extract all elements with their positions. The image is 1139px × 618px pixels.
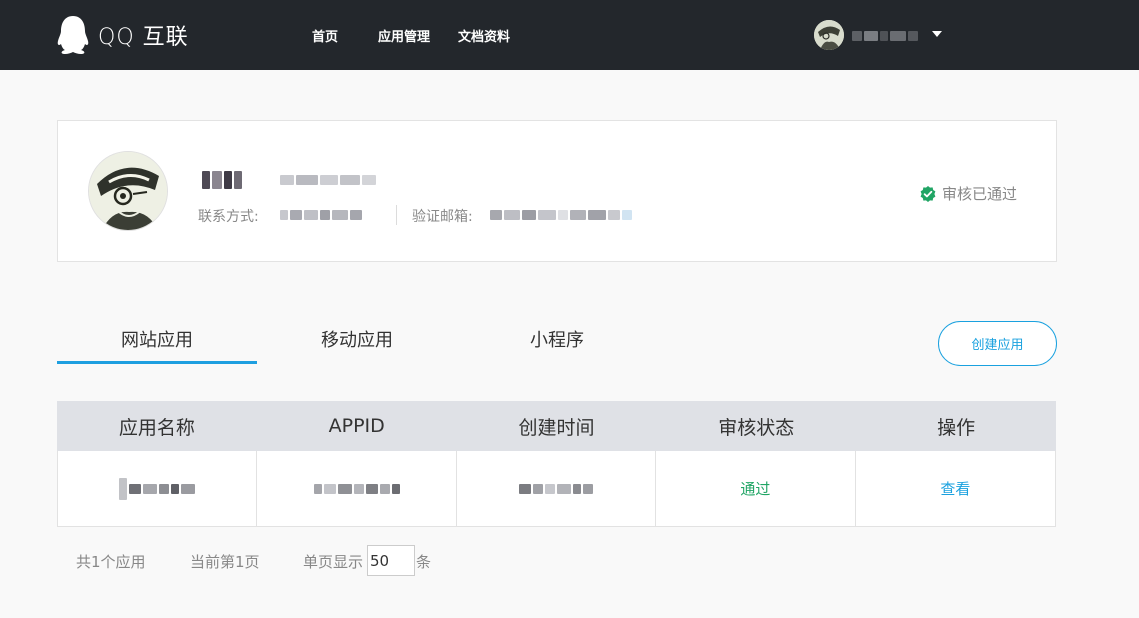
- tab-mini-programs[interactable]: 小程序: [457, 326, 657, 352]
- page-size-unit: 条: [416, 553, 432, 571]
- contact-label: 联系方式:: [198, 209, 259, 225]
- avatar-image: [814, 20, 844, 50]
- user-name-masked: [852, 30, 922, 42]
- email-value-masked: [490, 210, 632, 220]
- create-app-button[interactable]: 创建应用: [938, 321, 1057, 366]
- top-navbar: QQ 互联 首页 应用管理 文档资料: [0, 0, 1139, 70]
- total-apps-count: 共1个应用: [76, 553, 146, 571]
- column-header-actions: 操作: [937, 416, 976, 439]
- logo-text: QQ 互联: [98, 25, 189, 50]
- table-row: 通过 查看: [57, 451, 1056, 527]
- profile-avatar-image: [89, 152, 167, 230]
- appid-masked: [313, 483, 400, 494]
- actions-cell: 查看: [856, 451, 1055, 526]
- developer-id-masked: [280, 175, 376, 185]
- verified-check-icon: [920, 185, 936, 202]
- verification-status: 审核已通过: [920, 183, 1017, 204]
- page-size-label: 单页显示: [303, 553, 364, 571]
- review-status-cell: 通过: [656, 451, 856, 526]
- tab-mobile-apps[interactable]: 移动应用: [257, 326, 457, 352]
- table-header-row: 应用名称 APPID 创建时间 审核状态 操作: [57, 401, 1056, 451]
- appid-cell: [257, 451, 457, 526]
- developer-name-masked: [202, 171, 242, 189]
- nav-home[interactable]: 首页: [312, 26, 338, 45]
- nav-app-management[interactable]: 应用管理: [378, 26, 430, 45]
- qq-penguin-icon: [57, 16, 89, 54]
- created-time-cell: [457, 451, 657, 526]
- tab-website-apps[interactable]: 网站应用: [57, 326, 257, 352]
- nav-docs[interactable]: 文档资料: [458, 26, 510, 45]
- active-tab-indicator: [57, 361, 257, 364]
- contact-value-masked: [280, 210, 362, 220]
- app-table: 应用名称 APPID 创建时间 审核状态 操作 通过 查看: [57, 401, 1056, 527]
- app-name-cell: [58, 451, 258, 526]
- user-avatar[interactable]: [814, 20, 844, 50]
- current-page-indicator: 当前第1页: [190, 553, 260, 571]
- qq-logo[interactable]: QQ 互联: [56, 14, 189, 56]
- profile-avatar: [88, 151, 168, 231]
- column-header-review-status: 审核状态: [718, 416, 795, 439]
- user-menu-caret-icon[interactable]: [932, 31, 942, 37]
- column-header-app-name: 应用名称: [118, 416, 195, 439]
- created-time-masked: [519, 483, 594, 494]
- page-size-input[interactable]: [367, 545, 415, 576]
- column-header-appid: APPID: [328, 415, 385, 437]
- column-header-created-time: 创建时间: [518, 416, 595, 439]
- email-label: 验证邮箱:: [412, 209, 473, 225]
- view-app-link[interactable]: 查看: [940, 478, 970, 499]
- app-name-masked: [119, 477, 196, 500]
- developer-profile-card: 联系方式: 验证邮箱: 审核已通过: [57, 120, 1057, 262]
- profile-divider: [396, 205, 397, 225]
- verification-status-text: 审核已通过: [942, 185, 1018, 203]
